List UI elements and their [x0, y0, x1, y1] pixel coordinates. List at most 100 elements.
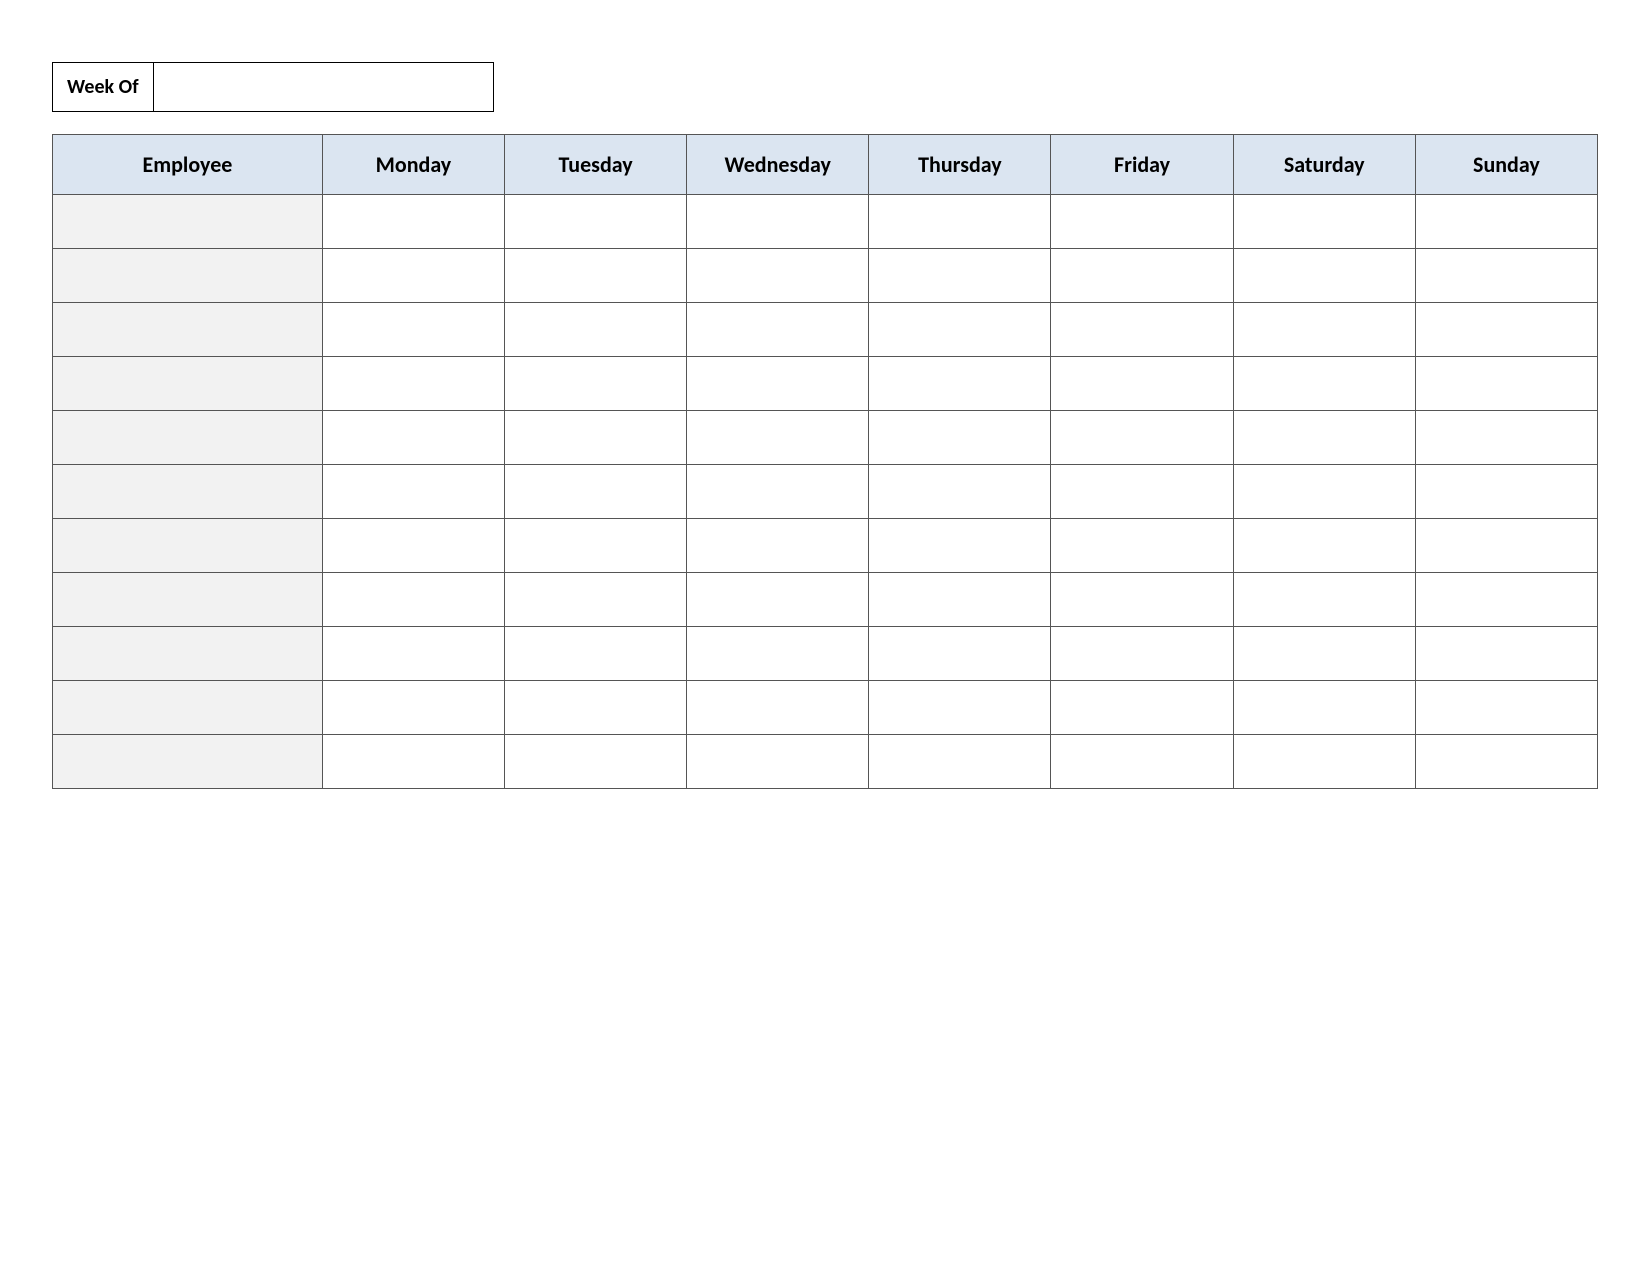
schedule-cell[interactable] — [869, 465, 1051, 519]
employee-cell[interactable] — [53, 357, 323, 411]
employee-cell[interactable] — [53, 735, 323, 789]
schedule-cell[interactable] — [687, 465, 869, 519]
schedule-cell[interactable] — [322, 195, 504, 249]
week-of-input[interactable] — [154, 62, 494, 112]
schedule-cell[interactable] — [1415, 681, 1597, 735]
employee-cell[interactable] — [53, 465, 323, 519]
schedule-cell[interactable] — [1415, 357, 1597, 411]
schedule-cell[interactable] — [505, 357, 687, 411]
schedule-cell[interactable] — [687, 681, 869, 735]
schedule-cell[interactable] — [1233, 681, 1415, 735]
schedule-cell[interactable] — [1233, 465, 1415, 519]
schedule-body — [53, 195, 1598, 789]
employee-cell[interactable] — [53, 681, 323, 735]
schedule-cell[interactable] — [1051, 573, 1233, 627]
schedule-cell[interactable] — [687, 195, 869, 249]
schedule-cell[interactable] — [687, 303, 869, 357]
schedule-cell[interactable] — [322, 681, 504, 735]
schedule-cell[interactable] — [1051, 357, 1233, 411]
schedule-cell[interactable] — [869, 735, 1051, 789]
schedule-cell[interactable] — [322, 357, 504, 411]
schedule-cell[interactable] — [869, 627, 1051, 681]
schedule-cell[interactable] — [1233, 303, 1415, 357]
schedule-cell[interactable] — [1415, 573, 1597, 627]
header-tuesday: Tuesday — [505, 135, 687, 195]
employee-cell[interactable] — [53, 411, 323, 465]
schedule-cell[interactable] — [869, 681, 1051, 735]
schedule-cell[interactable] — [869, 249, 1051, 303]
schedule-table: Employee Monday Tuesday Wednesday Thursd… — [52, 134, 1598, 789]
employee-cell[interactable] — [53, 303, 323, 357]
schedule-cell[interactable] — [687, 357, 869, 411]
schedule-cell[interactable] — [1233, 573, 1415, 627]
schedule-cell[interactable] — [322, 735, 504, 789]
schedule-cell[interactable] — [1415, 519, 1597, 573]
schedule-cell[interactable] — [1415, 411, 1597, 465]
schedule-cell[interactable] — [322, 249, 504, 303]
schedule-cell[interactable] — [322, 465, 504, 519]
schedule-cell[interactable] — [1415, 249, 1597, 303]
schedule-cell[interactable] — [1051, 465, 1233, 519]
schedule-cell[interactable] — [1415, 465, 1597, 519]
schedule-cell[interactable] — [1051, 681, 1233, 735]
employee-cell[interactable] — [53, 195, 323, 249]
schedule-cell[interactable] — [505, 195, 687, 249]
schedule-cell[interactable] — [1051, 735, 1233, 789]
schedule-cell[interactable] — [1233, 627, 1415, 681]
schedule-cell[interactable] — [687, 249, 869, 303]
schedule-cell[interactable] — [1415, 735, 1597, 789]
employee-cell[interactable] — [53, 627, 323, 681]
schedule-cell[interactable] — [1415, 303, 1597, 357]
schedule-cell[interactable] — [322, 303, 504, 357]
header-row: Employee Monday Tuesday Wednesday Thursd… — [53, 135, 1598, 195]
schedule-cell[interactable] — [505, 303, 687, 357]
schedule-cell[interactable] — [869, 357, 1051, 411]
schedule-cell[interactable] — [1233, 735, 1415, 789]
week-of-label: Week Of — [52, 62, 154, 112]
header-wednesday: Wednesday — [687, 135, 869, 195]
table-row — [53, 735, 1598, 789]
schedule-cell[interactable] — [322, 411, 504, 465]
schedule-cell[interactable] — [1233, 249, 1415, 303]
schedule-cell[interactable] — [1415, 627, 1597, 681]
schedule-cell[interactable] — [869, 573, 1051, 627]
schedule-cell[interactable] — [505, 573, 687, 627]
schedule-cell[interactable] — [505, 735, 687, 789]
schedule-cell[interactable] — [505, 465, 687, 519]
header-sunday: Sunday — [1415, 135, 1597, 195]
schedule-cell[interactable] — [687, 627, 869, 681]
schedule-cell[interactable] — [505, 249, 687, 303]
schedule-cell[interactable] — [322, 627, 504, 681]
schedule-cell[interactable] — [1051, 519, 1233, 573]
schedule-cell[interactable] — [869, 195, 1051, 249]
schedule-cell[interactable] — [869, 303, 1051, 357]
employee-cell[interactable] — [53, 573, 323, 627]
schedule-cell[interactable] — [1051, 249, 1233, 303]
schedule-cell[interactable] — [505, 519, 687, 573]
table-row — [53, 195, 1598, 249]
schedule-cell[interactable] — [1233, 411, 1415, 465]
schedule-cell[interactable] — [687, 735, 869, 789]
schedule-cell[interactable] — [869, 519, 1051, 573]
schedule-cell[interactable] — [687, 573, 869, 627]
schedule-cell[interactable] — [869, 411, 1051, 465]
schedule-cell[interactable] — [687, 411, 869, 465]
table-row — [53, 519, 1598, 573]
schedule-cell[interactable] — [1233, 519, 1415, 573]
schedule-cell[interactable] — [1051, 303, 1233, 357]
schedule-cell[interactable] — [1051, 627, 1233, 681]
week-of-container: Week Of — [52, 62, 1598, 112]
schedule-cell[interactable] — [1051, 195, 1233, 249]
employee-cell[interactable] — [53, 249, 323, 303]
schedule-cell[interactable] — [505, 627, 687, 681]
schedule-cell[interactable] — [322, 519, 504, 573]
schedule-cell[interactable] — [1415, 195, 1597, 249]
schedule-cell[interactable] — [1051, 411, 1233, 465]
schedule-cell[interactable] — [1233, 357, 1415, 411]
schedule-cell[interactable] — [687, 519, 869, 573]
schedule-cell[interactable] — [505, 411, 687, 465]
schedule-cell[interactable] — [322, 573, 504, 627]
schedule-cell[interactable] — [1233, 195, 1415, 249]
employee-cell[interactable] — [53, 519, 323, 573]
schedule-cell[interactable] — [505, 681, 687, 735]
